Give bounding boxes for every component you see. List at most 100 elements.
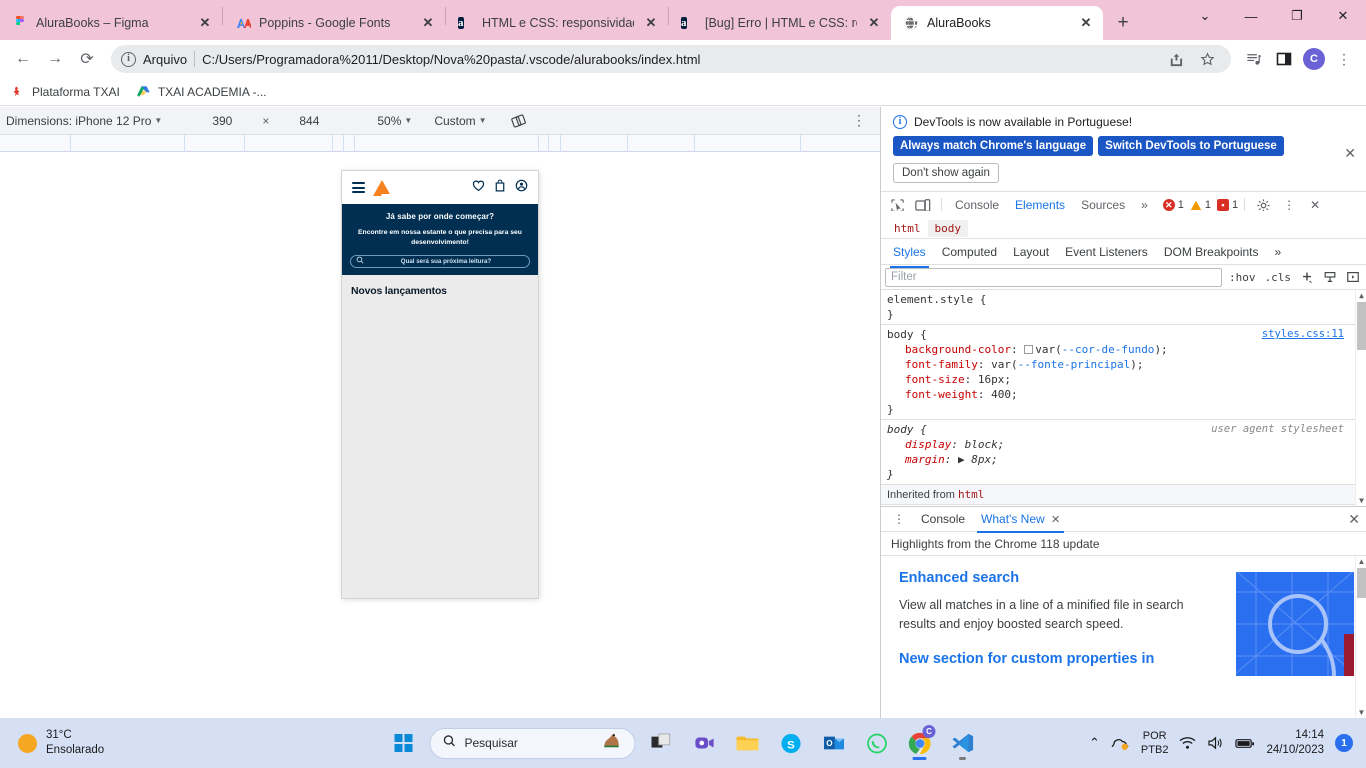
drawer-tab-whats-new[interactable]: What's New ✕ <box>975 509 1066 533</box>
hero-search-input[interactable]: Qual será sua próxima leitura? <box>350 254 530 268</box>
task-view-icon[interactable] <box>645 723 679 763</box>
scroll-down-arrow[interactable]: ▼ <box>1356 495 1366 506</box>
zoom-selector[interactable]: 50% ▼ <box>371 114 418 128</box>
onedrive-sync-icon[interactable] <box>1111 735 1130 751</box>
star-icon[interactable] <box>1193 45 1221 73</box>
tab-close-icon[interactable]: ✕ <box>196 14 214 32</box>
alura-logo[interactable] <box>373 179 394 201</box>
switch-devtools-language-button[interactable]: Switch DevTools to Portuguese <box>1098 136 1284 156</box>
viewport-ruler[interactable] <box>0 135 880 152</box>
rotate-icon[interactable] <box>505 113 533 129</box>
search-tabs-icon[interactable]: ⌄ <box>1182 0 1228 32</box>
color-swatch[interactable] <box>1024 345 1034 354</box>
taskbar-search-box[interactable]: Pesquisar <box>429 727 636 759</box>
cls-toggle[interactable]: .cls <box>1263 271 1294 284</box>
styles-rules-pane[interactable]: element.style { } styles.css:11 body { b… <box>881 290 1366 506</box>
error-count-badge[interactable]: ✕ 1 <box>1162 199 1184 211</box>
always-match-language-button[interactable]: Always match Chrome's language <box>893 136 1094 156</box>
info-icon[interactable]: i <box>121 51 136 67</box>
back-button[interactable]: ← <box>8 44 38 74</box>
bookmark-txai-academia[interactable]: TXAI ACADEMIA -... <box>136 84 267 100</box>
browser-tab-alurabooks[interactable]: AluraBooks ✕ <box>891 6 1103 40</box>
css-declaration-background-color[interactable]: background-color: var(--cor-de-fundo); <box>887 342 1360 357</box>
browser-tab-alura-bug[interactable]: a [Bug] Erro | HTML e CSS: res ✕ <box>669 6 891 40</box>
weather-widget[interactable]: 31°C Ensolarado <box>0 728 104 758</box>
css-declaration-font-family[interactable]: font-family: var(--fonte-principal); <box>887 357 1360 372</box>
device-dimensions-selector[interactable]: Dimensions: iPhone 12 Pro ▼ <box>0 114 168 128</box>
browser-tab-google-fonts[interactable]: Poppins - Google Fonts ✕ <box>223 6 445 40</box>
skype-icon[interactable]: S <box>774 723 808 763</box>
avatar[interactable]: C <box>1300 45 1328 73</box>
forward-button[interactable]: → <box>40 44 70 74</box>
sidebar-tab-layout[interactable]: Layout <box>1005 241 1057 263</box>
css-rule-element-style[interactable]: element.style { } <box>881 290 1366 325</box>
language-indicator[interactable]: POR PTB2 <box>1141 729 1169 758</box>
address-bar[interactable]: i Arquivo C:/Users/Programadora%2011/Des… <box>111 45 1231 73</box>
device-height-field[interactable]: 844 <box>277 114 341 128</box>
throttling-selector[interactable]: Custom ▼ <box>428 114 492 128</box>
sidebar-tab-event-listeners[interactable]: Event Listeners <box>1057 241 1156 263</box>
user-icon[interactable] <box>515 179 528 197</box>
drawer-tab-close-icon[interactable]: ✕ <box>1051 514 1060 526</box>
message-count-badge[interactable]: ▪ 1 <box>1217 199 1238 211</box>
side-panel-icon[interactable] <box>1270 45 1298 73</box>
filter-input[interactable]: Filter <box>885 267 1222 287</box>
device-width-field[interactable]: 390 <box>190 114 254 128</box>
scrollbar-thumb[interactable] <box>1357 568 1366 598</box>
sidebar-tab-computed[interactable]: Computed <box>934 241 1005 263</box>
minimize-button[interactable]: — <box>1228 0 1274 32</box>
browser-tab-alura-course[interactable]: a HTML e CSS: responsividade ✕ <box>446 6 668 40</box>
computed-sidebar-icon[interactable] <box>1344 268 1362 286</box>
scroll-down-arrow[interactable]: ▼ <box>1356 707 1366 718</box>
css-declaration-margin[interactable]: margin: ▶ 8px; <box>887 452 1360 467</box>
tab-close-icon[interactable]: ✕ <box>1077 14 1095 32</box>
volume-icon[interactable] <box>1207 736 1224 750</box>
whatsapp-icon[interactable] <box>860 723 894 763</box>
rule-source-link[interactable]: styles.css:11 <box>1262 327 1344 342</box>
tab-close-icon[interactable]: ✕ <box>419 14 437 32</box>
heart-icon[interactable] <box>472 179 485 197</box>
reading-list-icon[interactable] <box>1240 45 1268 73</box>
tab-close-icon[interactable]: ✕ <box>865 14 883 32</box>
scroll-up-arrow[interactable]: ▲ <box>1356 556 1366 567</box>
bookmark-plataforma-txai[interactable]: Plataforma TXAI <box>10 84 120 100</box>
whats-new-content[interactable]: Enhanced search View all matches in a li… <box>881 556 1366 718</box>
wifi-icon[interactable] <box>1179 736 1196 750</box>
css-declaration-display[interactable]: display: block; <box>887 437 1360 452</box>
drawer-close-icon[interactable]: ✕ <box>1348 511 1360 528</box>
windows-start-icon[interactable] <box>387 723 421 763</box>
tab-close-icon[interactable]: ✕ <box>642 14 660 32</box>
breadcrumb-item-html[interactable]: html <box>887 220 928 237</box>
browser-tab-figma[interactable]: AluraBooks – Figma ✕ <box>0 6 222 40</box>
outlook-icon[interactable]: O <box>817 723 851 763</box>
warning-count-badge[interactable]: 1 <box>1190 199 1211 211</box>
scrollbar-thumb[interactable] <box>1357 302 1366 350</box>
new-tab-button[interactable]: + <box>1109 9 1137 37</box>
close-notice-icon[interactable]: ✕ <box>1344 145 1356 162</box>
breadcrumb-item-body[interactable]: body <box>927 220 968 237</box>
drawer-kebab-icon[interactable]: ⋮ <box>887 508 911 530</box>
plus-icon[interactable] <box>1298 268 1316 286</box>
bag-icon[interactable] <box>494 179 506 197</box>
scroll-up-arrow[interactable]: ▲ <box>1356 290 1366 301</box>
battery-icon[interactable] <box>1235 737 1255 750</box>
css-declaration-font-weight[interactable]: font-weight: 400; <box>887 387 1360 402</box>
clock[interactable]: 14:14 24/10/2023 <box>1266 728 1324 758</box>
vscode-icon[interactable] <box>946 723 980 763</box>
element-classes-icon[interactable] <box>1321 268 1339 286</box>
css-declaration-font-size[interactable]: font-size: 16px; <box>887 372 1360 387</box>
drawer-scrollbar[interactable]: ▲ ▼ <box>1355 556 1366 718</box>
chrome-icon[interactable]: C <box>903 723 937 763</box>
device-toolbar-kebab-icon[interactable]: ⋮ <box>852 112 880 129</box>
chrome-menu-icon[interactable]: ⋮ <box>1330 45 1358 73</box>
sidebar-tab-dom-breakpoints[interactable]: DOM Breakpoints <box>1156 241 1267 263</box>
mobile-device-frame[interactable]: Já sabe por onde começar? Encontre em no… <box>342 171 538 598</box>
share-icon[interactable] <box>1161 45 1189 73</box>
sidebar-more-tabs-icon[interactable]: » <box>1267 241 1290 263</box>
reload-button[interactable]: ⟳ <box>72 44 102 74</box>
styles-scrollbar[interactable]: ▲ ▼ <box>1355 290 1366 506</box>
tray-overflow-icon[interactable]: ⌃ <box>1089 735 1100 751</box>
css-rule-body-stylesheet[interactable]: styles.css:11 body { background-color: v… <box>881 325 1366 420</box>
meet-icon[interactable] <box>688 723 722 763</box>
hamburger-icon[interactable] <box>352 182 365 193</box>
